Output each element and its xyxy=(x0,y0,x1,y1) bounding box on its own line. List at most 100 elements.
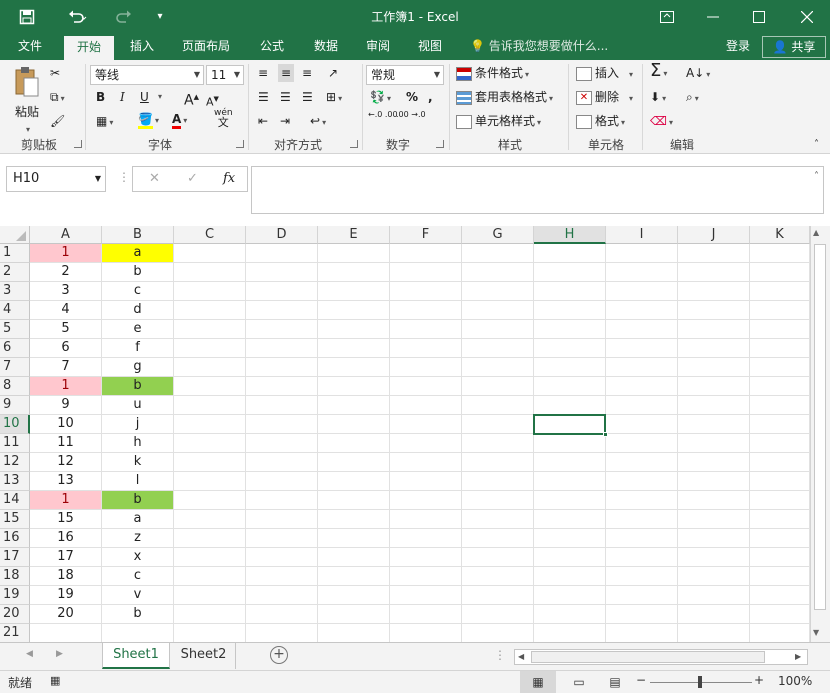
normal-view-icon[interactable]: ▦ xyxy=(520,671,556,693)
enter-formula-icon[interactable]: ✓ xyxy=(187,171,198,186)
spreadsheet-grid[interactable]: ABCDEFGHIJK 1 2 3 4 5 6 7 8 9 10 11 12 13 14 15 16 17 18 1… xyxy=(0,226,830,642)
cell[interactable]: 5 xyxy=(30,320,102,339)
align-center-icon[interactable]: ☰ xyxy=(280,88,291,106)
increase-decimal-button[interactable]: ←.0 .00 xyxy=(368,110,398,119)
autosum-icon[interactable]: Σ ▾ xyxy=(650,62,667,83)
cell[interactable] xyxy=(750,624,810,642)
cell[interactable] xyxy=(174,548,246,567)
cell[interactable]: b xyxy=(102,491,174,510)
cell[interactable] xyxy=(390,320,462,339)
cell[interactable]: 4 xyxy=(30,301,102,320)
collapse-ribbon-icon[interactable]: ˄ xyxy=(814,136,819,154)
align-right-icon[interactable]: ☰ xyxy=(302,88,313,106)
sort-filter-icon[interactable]: A↓ ▾ xyxy=(686,64,710,84)
cell[interactable] xyxy=(534,244,606,263)
cell[interactable] xyxy=(678,415,750,434)
cell[interactable] xyxy=(102,624,174,642)
cell[interactable]: k xyxy=(102,453,174,472)
expand-formula-icon[interactable]: ˄ xyxy=(814,171,819,182)
cell[interactable] xyxy=(246,263,318,282)
grow-font-button[interactable]: A▲ xyxy=(184,88,199,110)
cell[interactable]: b xyxy=(102,605,174,624)
cell[interactable] xyxy=(750,358,810,377)
column-header[interactable]: F xyxy=(390,226,462,244)
horizontal-scroll-thumb[interactable] xyxy=(531,651,765,663)
cell[interactable] xyxy=(246,339,318,358)
cell[interactable] xyxy=(462,434,534,453)
row-header[interactable]: 21 xyxy=(0,624,30,642)
cell[interactable] xyxy=(606,282,678,301)
cell[interactable] xyxy=(462,548,534,567)
cell[interactable]: f xyxy=(102,339,174,358)
cell[interactable] xyxy=(750,491,810,510)
cell[interactable] xyxy=(606,320,678,339)
row-header[interactable]: 16 xyxy=(0,529,30,548)
cell[interactable] xyxy=(462,301,534,320)
cell[interactable] xyxy=(678,567,750,586)
vertical-scrollbar[interactable]: ▲ ▼ xyxy=(810,226,830,642)
cell[interactable] xyxy=(678,548,750,567)
italic-button[interactable]: I xyxy=(120,88,125,106)
font-name-select[interactable]: 等线 ▼ xyxy=(90,65,204,85)
cell[interactable] xyxy=(606,339,678,358)
format-as-table-button[interactable]: 套用表格格式 ▾ xyxy=(456,88,553,108)
clipboard-dialog-launcher[interactable] xyxy=(74,140,82,148)
cell[interactable] xyxy=(606,434,678,453)
cell[interactable] xyxy=(174,415,246,434)
cell[interactable] xyxy=(462,510,534,529)
name-box[interactable]: H10 ▼ xyxy=(6,166,106,192)
cell[interactable] xyxy=(318,453,390,472)
cell[interactable] xyxy=(246,301,318,320)
cell[interactable] xyxy=(606,491,678,510)
cell[interactable] xyxy=(318,301,390,320)
row-header[interactable]: 13 xyxy=(0,472,30,491)
cell[interactable] xyxy=(462,358,534,377)
row-header[interactable]: 5 xyxy=(0,320,30,339)
cell[interactable] xyxy=(318,605,390,624)
tab-page-layout[interactable]: 页面布局 xyxy=(172,34,240,60)
cell[interactable] xyxy=(750,377,810,396)
merge-center-icon[interactable]: ⊞ ▾ xyxy=(326,88,342,108)
cell[interactable] xyxy=(246,244,318,263)
ribbon-display-icon[interactable] xyxy=(650,0,684,34)
cell[interactable] xyxy=(678,529,750,548)
cell[interactable] xyxy=(678,605,750,624)
cell[interactable] xyxy=(174,567,246,586)
cell[interactable] xyxy=(606,605,678,624)
login-link[interactable]: 登录 xyxy=(718,34,758,60)
cell[interactable] xyxy=(246,529,318,548)
cell[interactable] xyxy=(390,624,462,642)
cell[interactable] xyxy=(678,244,750,263)
customize-toolbar-icon[interactable]: ▾ xyxy=(150,0,170,34)
cell[interactable]: 6 xyxy=(30,339,102,358)
scroll-down-icon[interactable]: ▼ xyxy=(813,628,819,637)
cell[interactable] xyxy=(606,358,678,377)
cell[interactable] xyxy=(318,244,390,263)
cell[interactable]: g xyxy=(102,358,174,377)
cell[interactable] xyxy=(174,339,246,358)
cell[interactable] xyxy=(750,282,810,301)
cell[interactable] xyxy=(534,472,606,491)
cell[interactable] xyxy=(390,415,462,434)
cell[interactable] xyxy=(174,510,246,529)
horizontal-scrollbar[interactable]: ◀ ▶ xyxy=(514,649,808,665)
cell[interactable]: 20 xyxy=(30,605,102,624)
cell[interactable]: j xyxy=(102,415,174,434)
column-header[interactable]: E xyxy=(318,226,390,244)
cell[interactable] xyxy=(246,320,318,339)
cell[interactable] xyxy=(534,377,606,396)
phonetic-icon[interactable]: wén 文 xyxy=(214,108,233,129)
cell[interactable]: 12 xyxy=(30,453,102,472)
cell[interactable] xyxy=(318,510,390,529)
delete-cells-button[interactable]: ✕ 删除 ▾ xyxy=(576,88,633,108)
cell[interactable] xyxy=(390,548,462,567)
cell[interactable]: 2 xyxy=(30,263,102,282)
cell[interactable] xyxy=(174,320,246,339)
bold-button[interactable]: B xyxy=(96,88,105,106)
row-header[interactable]: 12 xyxy=(0,453,30,472)
cell[interactable] xyxy=(750,301,810,320)
cell[interactable] xyxy=(390,567,462,586)
cell[interactable] xyxy=(390,586,462,605)
row-header[interactable]: 4 xyxy=(0,301,30,320)
cancel-formula-icon[interactable]: ✕ xyxy=(149,171,160,186)
